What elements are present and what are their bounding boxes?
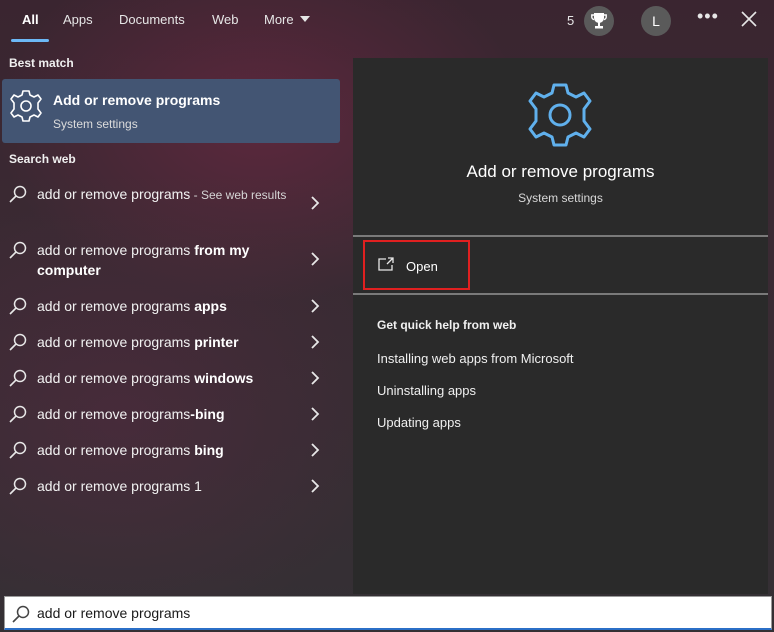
web-result-text: add or remove programs windows [37, 368, 297, 388]
search-icon [12, 605, 30, 623]
tab-apps[interactable]: Apps [63, 12, 93, 27]
rewards-count: 5 [567, 13, 575, 28]
chevron-right-icon [311, 335, 320, 349]
web-result-suggestion: apps [194, 298, 227, 314]
search-icon [9, 405, 27, 423]
open-button[interactable]: Open [363, 240, 470, 290]
web-result-query: add or remove programs [37, 406, 191, 422]
tab-all[interactable]: All [22, 12, 39, 27]
web-result[interactable]: add or remove programs bing [0, 438, 341, 470]
chevron-down-icon [299, 16, 310, 22]
tab-documents[interactable]: Documents [119, 12, 185, 27]
best-match-title: Add or remove programs [53, 92, 221, 108]
active-tab-indicator [11, 39, 49, 42]
search-icon [9, 297, 27, 315]
search-icon [9, 241, 27, 259]
web-result[interactable]: add or remove programs printer [0, 330, 341, 362]
web-result-text: add or remove programs printer [37, 332, 297, 352]
web-result-query: add or remove programs [37, 442, 195, 458]
tab-more-label: More [264, 12, 294, 27]
web-result[interactable]: add or remove programs windows [0, 366, 341, 398]
web-result[interactable]: add or remove programs 1 [0, 474, 341, 506]
web-result-suggestion: -bing [190, 406, 225, 422]
help-link[interactable]: Installing web apps from Microsoft [377, 351, 574, 366]
search-web-heading: Search web [9, 152, 76, 166]
chevron-right-icon [311, 196, 320, 210]
help-link[interactable]: Updating apps [377, 415, 461, 430]
search-box [4, 596, 772, 630]
chevron-right-icon [311, 407, 320, 421]
ellipsis-icon[interactable]: ••• [697, 6, 719, 27]
detail-title: Add or remove programs [466, 162, 655, 181]
divider [353, 293, 768, 295]
chevron-right-icon [311, 299, 320, 313]
web-result[interactable]: add or remove programs apps [0, 294, 341, 326]
web-result-suggestion: windows [194, 370, 254, 386]
close-icon[interactable] [740, 10, 758, 28]
detail-subtitle: System settings [518, 191, 603, 205]
web-result-text: add or remove programs from my computer [37, 240, 297, 280]
start-search-window: All Apps Documents Web More 5 L ••• Best… [0, 0, 774, 632]
chevron-right-icon [311, 252, 320, 266]
search-icon [9, 477, 27, 495]
avatar[interactable]: L [641, 6, 671, 36]
web-result-suggestion: printer [194, 334, 239, 350]
web-result-text: add or remove programs 1 [37, 476, 297, 496]
tab-more[interactable]: More [264, 12, 310, 27]
detail-panel: Add or remove programs System settings O… [353, 58, 768, 594]
web-result-query: add or remove programs [37, 186, 191, 202]
search-icon [9, 441, 27, 459]
best-match-subtitle: System settings [53, 117, 138, 131]
search-input[interactable] [37, 602, 757, 624]
gear-icon [528, 83, 592, 147]
trophy-icon[interactable] [584, 6, 614, 36]
open-button-label: Open [406, 259, 438, 274]
filter-bar: All Apps Documents Web More 5 L ••• [0, 0, 774, 44]
help-link[interactable]: Uninstalling apps [377, 383, 476, 398]
divider [353, 235, 768, 237]
quick-help-heading: Get quick help from web [377, 318, 517, 332]
web-result[interactable]: add or remove programs from my computer [0, 236, 341, 286]
search-icon [9, 333, 27, 351]
search-icon [9, 369, 27, 387]
results-list: Best match Add or remove programs System… [0, 44, 341, 594]
web-result-query: add or remove programs [37, 370, 195, 386]
web-result-text: add or remove programs-bing [37, 404, 297, 424]
web-result-query: add or remove programs [37, 242, 195, 258]
best-match-item[interactable]: Add or remove programs System settings [2, 79, 340, 143]
chevron-right-icon [311, 479, 320, 493]
web-result[interactable]: add or remove programs - See web results [0, 180, 341, 230]
open-external-icon [378, 257, 394, 271]
web-result-text: add or remove programs - See web results [37, 184, 297, 205]
tab-web[interactable]: Web [212, 12, 239, 27]
web-result-see-more: - See web results [190, 188, 287, 202]
web-result-query: add or remove programs [37, 298, 195, 314]
chevron-right-icon [311, 371, 320, 385]
web-result-query: add or remove programs 1 [37, 478, 202, 494]
web-result-query: add or remove programs [37, 334, 195, 350]
best-match-heading: Best match [9, 56, 74, 70]
chevron-right-icon [311, 443, 320, 457]
web-result-text: add or remove programs bing [37, 440, 297, 460]
search-icon [9, 185, 27, 203]
web-result-text: add or remove programs apps [37, 296, 297, 316]
web-result-suggestion: bing [194, 442, 224, 458]
web-result[interactable]: add or remove programs-bing [0, 402, 341, 434]
gear-icon [10, 90, 42, 122]
